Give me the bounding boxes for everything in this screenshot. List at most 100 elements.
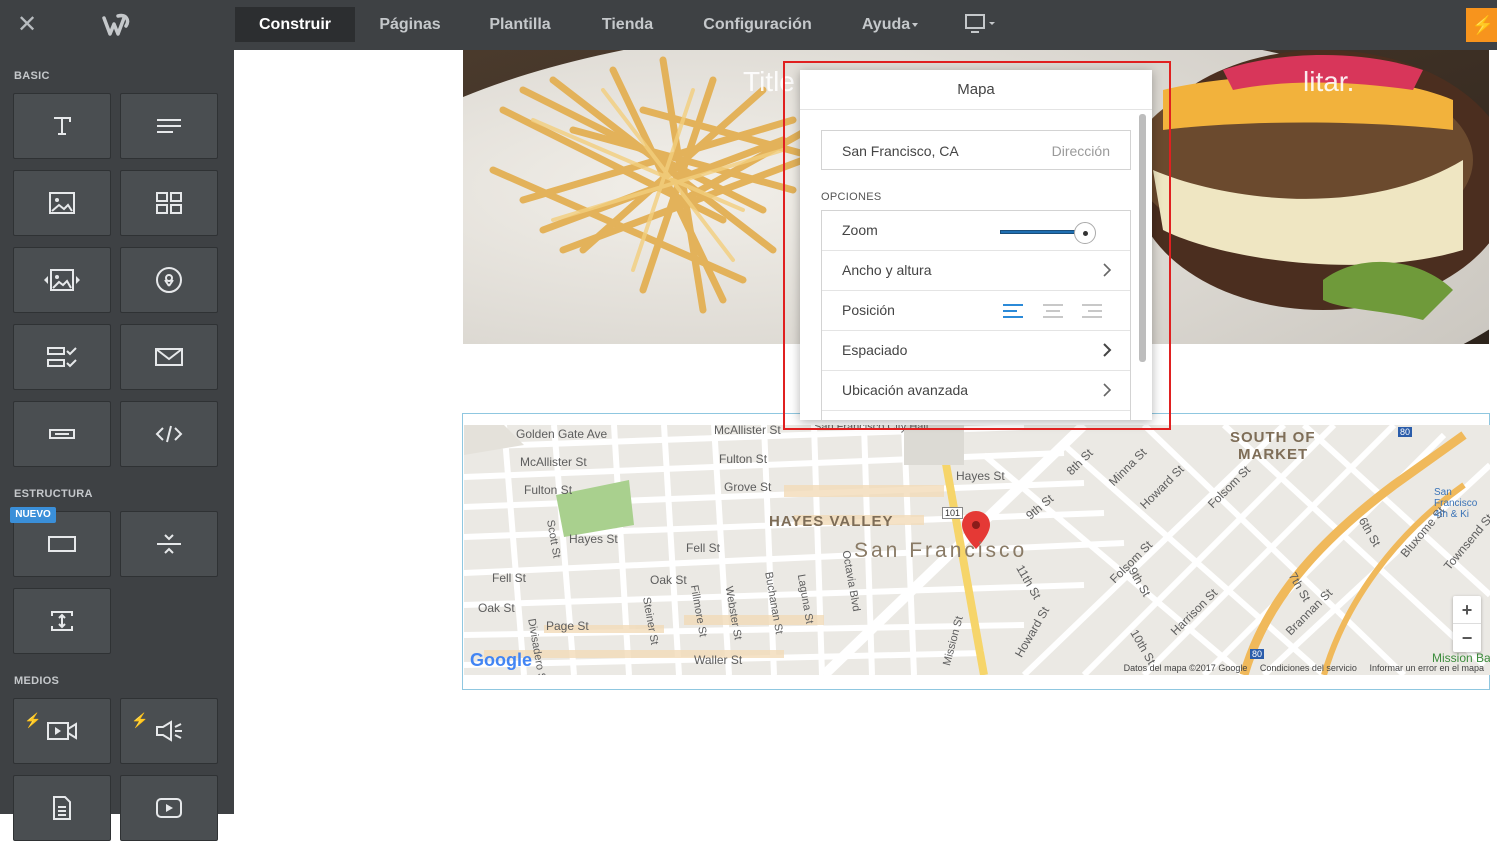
zoom-out-button[interactable]: − (1453, 624, 1481, 652)
panel-scrollbar[interactable] (1139, 114, 1146, 362)
tab-construir[interactable]: Construir (235, 7, 355, 42)
slideshow-element[interactable] (13, 247, 111, 313)
youtube-icon (156, 798, 182, 818)
panel-title: Mapa (800, 70, 1152, 110)
option-zoom: Zoom (822, 211, 1130, 251)
tab-tienda[interactable]: Tienda (585, 7, 670, 42)
section-basic: BASIC (14, 70, 50, 82)
weebly-logo[interactable] (100, 10, 134, 40)
street-label: Hayes St (956, 469, 1005, 483)
audio-icon (156, 720, 182, 742)
section-estructura: ESTRUCTURA (14, 488, 93, 500)
bolt-icon[interactable]: ⚡ (1466, 8, 1497, 42)
tab-paginas[interactable]: Páginas (365, 7, 455, 42)
video-element[interactable]: ⚡ (13, 698, 111, 764)
zoom-slider[interactable] (1000, 222, 1100, 244)
align-center-icon[interactable] (1042, 303, 1064, 319)
document-icon (53, 796, 71, 820)
contact-form-element[interactable] (120, 324, 218, 390)
street-label: Hayes St (569, 532, 618, 546)
map-footer: Datos del mapa ©2017 Google Condiciones … (1114, 663, 1484, 673)
embed-code-element[interactable] (120, 401, 218, 467)
title-element[interactable] (13, 93, 111, 159)
tab-ayuda-label: Ayuda (861, 16, 911, 33)
slideshow-icon (44, 269, 80, 291)
monitor-icon[interactable] (962, 12, 1002, 38)
address-input[interactable]: San Francisco, CA Dirección (821, 130, 1131, 170)
interstate-shield: 80 (1250, 649, 1265, 659)
option-ubicacion-avanzada[interactable]: Ubicación avanzada (822, 371, 1130, 411)
tab-plantilla[interactable]: Plantilla (475, 7, 565, 42)
landmark-label: San Francisco 4th & Ki (1434, 487, 1478, 520)
map-report-link[interactable]: Informar un error en el mapa (1369, 663, 1484, 673)
hero-title-end[interactable]: litar. (1303, 66, 1354, 98)
google-logo[interactable]: Google (470, 650, 532, 671)
address-value: San Francisco, CA (842, 143, 959, 159)
chevron-right-icon (1103, 383, 1112, 397)
option-espaciado-label: Espaciado (842, 342, 908, 358)
spacer-element[interactable] (13, 588, 111, 654)
button-element[interactable] (13, 401, 111, 467)
sidebar: BASIC ESTRUCTURA NUEVO MEDIOS ⚡ ⚡ (0, 50, 234, 841)
option-ancho-label: Ancho y altura (842, 262, 932, 278)
gallery-element[interactable] (120, 170, 218, 236)
option-posicion: Posición (822, 291, 1130, 331)
document-element[interactable] (13, 775, 111, 841)
bolt-icon: ⚡ (24, 712, 42, 728)
option-posicion-label: Posición (842, 302, 895, 318)
city-label: San Francisco (854, 539, 1028, 562)
landmark-label: San Francisco City Hall (814, 425, 929, 433)
street-label: McAllister St (714, 425, 781, 437)
spacer-icon (51, 611, 73, 631)
embed-code-icon (155, 425, 183, 443)
map-element-block[interactable]: Golden Gate Ave McAllister St McAllister… (462, 413, 1490, 690)
street-label: Page St (546, 619, 589, 633)
tab-configuracion[interactable]: Configuración (690, 7, 825, 42)
google-map[interactable]: Golden Gate Ave McAllister St McAllister… (464, 425, 1490, 675)
option-espaciado[interactable]: Espaciado (822, 331, 1130, 371)
gallery-icon (156, 192, 182, 214)
zoom-slider-track[interactable] (1000, 230, 1082, 234)
video-icon (47, 722, 77, 740)
zoom-in-button[interactable]: + (1453, 596, 1481, 624)
map-terms-link[interactable]: Condiciones del servicio (1260, 663, 1357, 673)
button-icon (49, 429, 75, 439)
options-label: OPCIONES (821, 191, 882, 203)
options-list: Zoom Ancho y altura Posición Espaciado U… (821, 210, 1131, 420)
tab-ayuda[interactable]: Ayuda (850, 7, 930, 42)
map-icon (156, 267, 182, 293)
map-element[interactable] (120, 247, 218, 313)
option-ancho-altura[interactable]: Ancho y altura (822, 251, 1130, 291)
chevron-down-icon (912, 22, 919, 27)
text-icon (157, 119, 181, 133)
street-label: Golden Gate Ave (516, 427, 608, 441)
form-icon (47, 347, 77, 368)
street-label: Fulton St (719, 452, 768, 466)
map-zoom-controls: + − (1453, 596, 1481, 652)
text-element[interactable] (120, 93, 218, 159)
highway-shield: 101 (942, 507, 964, 519)
neighborhood-label: HAYES VALLEY (769, 513, 894, 530)
hero-title[interactable]: Title (743, 66, 795, 98)
street-label: Grove St (724, 480, 772, 494)
form-element[interactable] (13, 324, 111, 390)
section-icon (48, 536, 76, 552)
address-placeholder: Dirección (1051, 143, 1110, 159)
map-data-credit: Datos del mapa ©2017 Google (1123, 663, 1248, 673)
zoom-slider-handle[interactable] (1074, 222, 1096, 244)
audio-element[interactable]: ⚡ (120, 698, 218, 764)
youtube-element[interactable] (120, 775, 218, 841)
neighborhood-label: MARKET (1238, 446, 1309, 463)
street-label: Oak St (650, 573, 687, 587)
divider-element[interactable] (120, 511, 218, 577)
new-badge: NUEVO (10, 507, 56, 523)
close-icon[interactable]: ✕ (14, 12, 40, 38)
street-label: Fulton St (524, 483, 573, 497)
neighborhood-label: SOUTH OF (1230, 429, 1316, 446)
image-icon (49, 192, 75, 214)
image-element[interactable] (13, 170, 111, 236)
map-settings-panel: Mapa San Francisco, CA Dirección OPCIONE… (800, 70, 1152, 420)
street-label: Fell St (492, 571, 527, 585)
align-left-icon[interactable] (1002, 303, 1024, 319)
align-right-icon[interactable] (1081, 303, 1103, 319)
